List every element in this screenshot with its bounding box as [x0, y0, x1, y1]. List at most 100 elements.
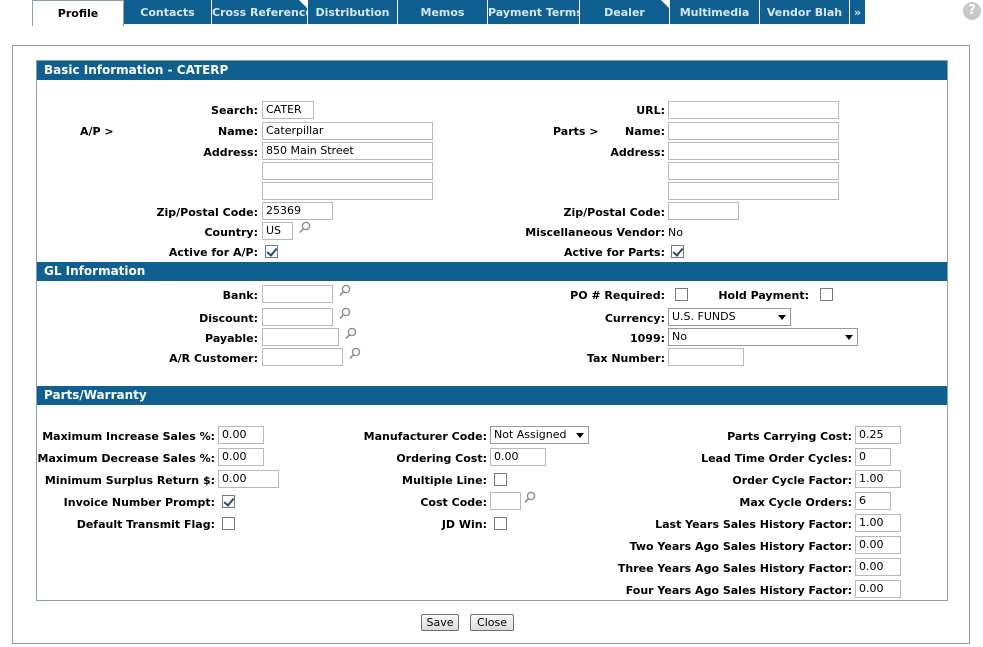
search-label: Search:: [211, 104, 258, 117]
discount-input[interactable]: [262, 308, 333, 326]
two-years-factor-input[interactable]: 0.00: [855, 536, 901, 554]
misc-vendor-value: No: [668, 226, 683, 239]
misc-vendor-label: Miscellaneous Vendor:: [525, 226, 665, 239]
tab-dealer[interactable]: Dealer: [580, 0, 670, 24]
parts-warranty-header: Parts/Warranty: [37, 386, 947, 405]
parts-address-label: Address:: [610, 146, 665, 159]
parts-address-line2-input[interactable]: [668, 162, 839, 180]
max-increase-label: Maximum Increase Sales %:: [42, 430, 215, 443]
search-input[interactable]: CATER: [262, 101, 314, 119]
order-cycle-factor-label: Order Cycle Factor:: [732, 474, 852, 487]
tab-profile[interactable]: Profile: [32, 0, 124, 26]
ordering-cost-label: Ordering Cost:: [396, 452, 487, 465]
three-years-factor-input[interactable]: 0.00: [855, 558, 901, 576]
last-years-factor-input[interactable]: 1.00: [855, 514, 901, 532]
gl-info-header: GL Information: [37, 262, 947, 281]
bank-search-icon[interactable]: [339, 284, 351, 297]
transmit-flag-label: Default Transmit Flag:: [76, 518, 215, 531]
ar-customer-label: A/R Customer:: [169, 352, 258, 365]
save-button[interactable]: Save: [421, 614, 459, 631]
active-ap-label: Active for A/P:: [168, 246, 258, 259]
lead-time-input[interactable]: 0: [855, 448, 891, 466]
invoice-prompt-checkbox[interactable]: [222, 495, 235, 508]
parts-zip-input[interactable]: [668, 202, 739, 220]
invoice-prompt-label: Invoice Number Prompt:: [63, 496, 215, 509]
chevron-down-icon: [576, 433, 584, 438]
multiple-line-checkbox[interactable]: [494, 473, 507, 486]
last-years-factor-label: Last Years Sales History Factor:: [655, 518, 852, 531]
parts-zip-label: Zip/Postal Code:: [563, 206, 665, 219]
lead-time-label: Lead Time Order Cycles:: [701, 452, 852, 465]
manufacturer-code-value: Not Assigned: [494, 428, 567, 441]
1099-select[interactable]: No: [668, 328, 858, 346]
currency-label: Currency:: [604, 312, 665, 325]
tab-memos[interactable]: Memos: [398, 0, 488, 24]
four-years-factor-input[interactable]: 0.00: [855, 580, 901, 598]
parts-label: Parts >: [553, 125, 599, 138]
transmit-flag-checkbox[interactable]: [222, 517, 235, 530]
help-icon[interactable]: ?: [963, 2, 981, 20]
tab-cross-reference-label: Cross Reference: [212, 6, 308, 19]
tab-dealer-label: Dealer: [604, 6, 645, 19]
hold-payment-checkbox[interactable]: [820, 288, 833, 301]
cost-code-search-icon[interactable]: [524, 491, 536, 504]
close-button[interactable]: Close: [470, 614, 514, 631]
country-search-icon[interactable]: [299, 221, 311, 234]
tab-multimedia[interactable]: Multimedia: [670, 0, 760, 24]
po-required-label: PO # Required:: [570, 289, 665, 302]
active-parts-checkbox[interactable]: [671, 245, 684, 258]
ap-label: A/P >: [80, 125, 114, 138]
zip-label: Zip/Postal Code:: [156, 206, 258, 219]
three-years-factor-label: Three Years Ago Sales History Factor:: [617, 562, 852, 575]
tab-payment-terms[interactable]: Payment Terms: [488, 0, 580, 24]
max-increase-input[interactable]: 0.00: [218, 426, 264, 444]
max-cycle-orders-input[interactable]: 6: [855, 492, 891, 510]
tab-more[interactable]: »: [850, 0, 866, 24]
bank-input[interactable]: [262, 285, 333, 303]
ar-customer-search-icon[interactable]: [349, 347, 361, 360]
jd-win-checkbox[interactable]: [494, 517, 507, 530]
address-label: Address:: [203, 146, 258, 159]
discount-search-icon[interactable]: [339, 307, 351, 320]
url-input[interactable]: [668, 101, 839, 119]
manufacturer-code-select[interactable]: Not Assigned: [490, 426, 589, 444]
parts-address-line3-input[interactable]: [668, 182, 839, 200]
name-label: Name:: [218, 125, 258, 138]
multiple-line-label: Multiple Line:: [402, 474, 487, 487]
carrying-cost-input[interactable]: 0.25: [855, 426, 901, 444]
active-parts-label: Active for Parts:: [564, 246, 665, 259]
payable-search-icon[interactable]: [345, 327, 357, 340]
active-ap-checkbox[interactable]: [265, 245, 278, 258]
discount-label: Discount:: [199, 312, 258, 325]
min-surplus-input[interactable]: 0.00: [218, 470, 279, 488]
payable-input[interactable]: [262, 328, 339, 346]
parts-name-label: Name:: [625, 125, 665, 138]
min-surplus-label: Minimum Surplus Return $:: [44, 474, 215, 487]
max-decrease-input[interactable]: 0.00: [218, 448, 264, 466]
tab-distribution[interactable]: Distribution: [308, 0, 398, 24]
1099-label: 1099:: [629, 332, 665, 345]
jd-win-label: JD Win:: [441, 518, 487, 531]
zip-input[interactable]: 25369: [262, 202, 333, 220]
tab-vendor-blah[interactable]: Vendor Blah: [760, 0, 850, 24]
cost-code-input[interactable]: [490, 492, 521, 510]
tab-cross-reference[interactable]: Cross Reference: [212, 0, 308, 24]
ar-customer-input[interactable]: [262, 348, 343, 366]
currency-value: U.S. FUNDS: [672, 310, 736, 323]
po-required-checkbox[interactable]: [675, 288, 688, 301]
country-label: Country:: [204, 226, 258, 239]
currency-select[interactable]: U.S. FUNDS: [668, 308, 791, 326]
tab-contacts[interactable]: Contacts: [124, 0, 212, 24]
order-cycle-factor-input[interactable]: 1.00: [855, 470, 901, 488]
parts-address-line1-input[interactable]: [668, 142, 839, 160]
address-line1-input[interactable]: 850 Main Street: [262, 142, 433, 160]
address-line3-input[interactable]: [262, 182, 433, 200]
cost-code-label: Cost Code:: [420, 496, 487, 509]
tax-number-input[interactable]: [668, 348, 744, 366]
parts-name-input[interactable]: [668, 122, 839, 140]
payable-label: Payable:: [205, 332, 258, 345]
name-input[interactable]: Caterpillar: [262, 122, 433, 140]
address-line2-input[interactable]: [262, 162, 433, 180]
country-input[interactable]: US: [262, 222, 293, 240]
ordering-cost-input[interactable]: 0.00: [490, 448, 546, 466]
